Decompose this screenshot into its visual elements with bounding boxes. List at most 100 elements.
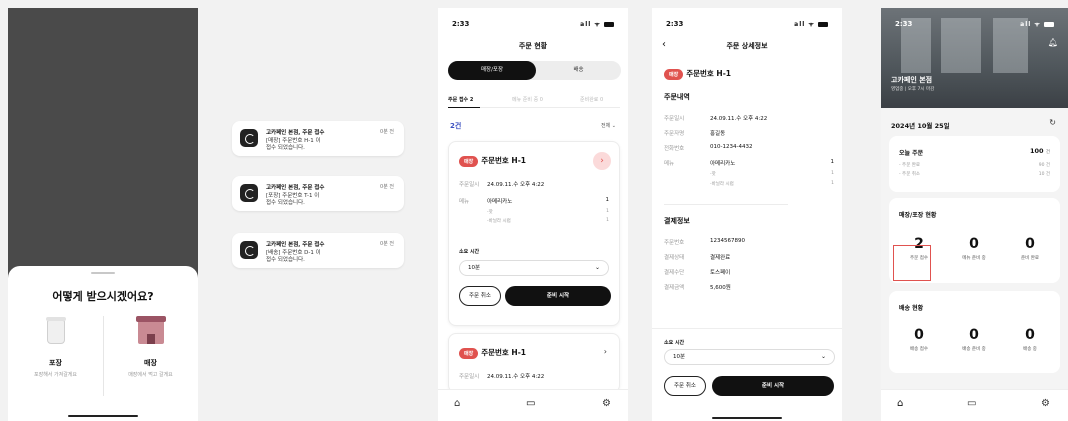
filter-dropdown[interactable]: 전체 ⌄ (601, 122, 616, 129)
stat-delivering[interactable]: 0 배송 중 (1005, 327, 1055, 352)
app-icon (240, 241, 258, 259)
chevron-right-icon[interactable]: › (604, 347, 607, 356)
dashboard-date: 2024년 10월 25일 (891, 122, 950, 130)
menu-option: -바닐라 시럽 (487, 219, 511, 224)
row-value: 90 건 (1038, 163, 1050, 168)
home-icon[interactable]: ⌂ (454, 398, 460, 409)
order-card[interactable]: 매장 주문번호 H-1 › 주문일시 24.09.11.수 오후 4:22 메뉴 … (448, 141, 620, 326)
row-key: - 주문 완료 (899, 163, 921, 168)
row-value: 아메리카노 (487, 199, 513, 205)
stat-delivery-received[interactable]: 0 배송 접수 (894, 327, 944, 352)
row-key: 주문일시 (459, 182, 480, 188)
row-value: 5,600원 (710, 285, 731, 291)
dine-in-option[interactable]: 매장 매장에서 먹고 갈게요 (103, 314, 198, 378)
notification-item[interactable]: 고카페인 본점, 주문 접수 0분 전 [포장] 주문번호 T-1 이 접수 되… (232, 176, 404, 211)
row-key: 메뉴 (459, 199, 470, 205)
row-value: 24.09.11.수 오후 4:22 (710, 116, 768, 122)
notification-item[interactable]: 고카페인 본점, 주문 접수 0분 전 [배송] 주문번호 D-1 이 접수 되… (232, 233, 404, 268)
tab-ready[interactable]: 준비완료 0 (580, 96, 603, 103)
store-icon (135, 316, 166, 344)
chevron-right-icon[interactable]: › (593, 152, 611, 170)
cancel-order-button[interactable]: 주문 취소 (664, 376, 706, 396)
row-value: 24.09.11.수 오후 4:22 (487, 374, 545, 380)
status-time: 2:33 (895, 20, 913, 28)
refresh-icon[interactable]: ↻ (1049, 118, 1056, 127)
order-card[interactable]: 매장 주문번호 H-1 › 주문일시 24.09.11.수 오후 4:22 (448, 333, 620, 393)
stat-preparing[interactable]: 0 메뉴 준비 중 (949, 236, 999, 261)
option-qty: 1 (831, 181, 834, 186)
home-indicator (712, 417, 782, 419)
row-key: 결제상태 (664, 255, 685, 261)
row-key: 주문일시 (664, 116, 685, 122)
row-key: - 주문 취소 (899, 172, 921, 177)
notification-title: 고카페인 본점, 주문 접수 (266, 185, 325, 191)
sheet-grabber[interactable] (91, 272, 115, 274)
segment-delivery[interactable]: 배송 (536, 61, 621, 80)
monitor-icon[interactable]: ▭ (967, 398, 976, 409)
menu-option: -핫 (487, 210, 493, 215)
option-qty: 1 (606, 209, 609, 214)
store-hours: 영업중 | 오후 7시 마감 (891, 87, 935, 92)
app-icon (240, 184, 258, 202)
status-time: 2:33 (452, 20, 470, 28)
start-prep-button[interactable]: 준비 시작 (505, 286, 611, 306)
notification-title: 고카페인 본점, 주문 접수 (266, 130, 325, 136)
home-indicator (68, 415, 138, 417)
chevron-down-icon: ⌄ (820, 353, 826, 360)
status-bar: 2:33 all ᯤ (666, 20, 828, 28)
order-status-screen: 2:33 all ᯤ 주문 현황 매장/포장 배송 주문 접수 2 메뉴 준비 … (438, 8, 628, 421)
store-name: 고카페인 본점 (891, 76, 933, 84)
notification-body: 접수 되었습니다. (266, 145, 305, 151)
signal-icon: all ᯤ (580, 20, 614, 28)
signal-icon: all ᯤ (1020, 20, 1054, 28)
today-orders-card: 오늘 주문 100 건 - 주문 완료 90 건 - 주문 취소 10 건 (889, 136, 1060, 192)
type-badge: 매장 (459, 347, 479, 359)
time-label: 소요 시간 (664, 340, 685, 346)
time-value: 10분 (468, 265, 481, 271)
gear-icon[interactable]: ⚙ (602, 398, 611, 409)
today-total: 100 건 (1030, 147, 1050, 155)
monitor-icon[interactable]: ▭ (526, 398, 535, 409)
segment-dinein-takeout[interactable]: 매장/포장 (448, 61, 536, 80)
menu-qty: 1 (605, 197, 610, 203)
takeout-option[interactable]: 포장 포장해서 가져갈게요 (8, 314, 103, 378)
row-value: 1234567890 (710, 238, 745, 244)
row-key: 메뉴 (664, 161, 675, 167)
time-select[interactable]: 10분 ⌄ (664, 349, 835, 365)
row-key: 결제금액 (664, 285, 685, 291)
row-value: 10 건 (1038, 172, 1050, 177)
row-value: 토스페이 (710, 270, 731, 276)
option-title: 포장 (49, 359, 62, 367)
home-icon[interactable]: ⌂ (897, 398, 903, 409)
stat-delivery-preparing[interactable]: 0 배송 준비 중 (949, 327, 999, 352)
order-number: 주문번호 H-1 (481, 156, 527, 165)
cancel-order-button[interactable]: 주문 취소 (459, 286, 501, 306)
section-divider (664, 204, 788, 205)
order-number: 주문번호 H-1 (686, 69, 732, 78)
tab-underline (448, 106, 480, 108)
tab-preparing[interactable]: 메뉴 준비 중 0 (512, 96, 543, 103)
app-icon (240, 129, 258, 147)
card-title: 매장/포장 현황 (899, 212, 937, 219)
menu-option: -바닐라 시럽 (710, 182, 734, 187)
battery-icon (818, 22, 828, 27)
menu-qty: 1 (830, 159, 835, 165)
order-header: 매장 주문번호 H-1 (459, 155, 526, 167)
canvas: 어떻게 받으시겠어요? 포장 포장해서 가져갈게요 매장 매장에서 먹고 갈게요… (0, 0, 1068, 421)
bell-icon[interactable]: 🔔︎ (1048, 38, 1058, 47)
gear-icon[interactable]: ⚙ (1041, 398, 1050, 409)
pickup-choice-screen: 어떻게 받으시겠어요? 포장 포장해서 가져갈게요 매장 매장에서 먹고 갈게요 (8, 8, 198, 421)
dashboard-screen: 🔔︎ 고카페인 본점 영업중 | 오후 7시 마감 2:33 all ᯤ 202… (881, 8, 1068, 421)
row-value: 아메리카노 (710, 161, 736, 167)
chevron-down-icon: ⌄ (594, 264, 600, 271)
tab-received[interactable]: 주문 접수 2 (448, 96, 473, 103)
time-select[interactable]: 10분 ⌄ (459, 260, 609, 276)
notification-time: 0분 전 (380, 129, 394, 135)
stat-ready[interactable]: 0 준비 완료 (1005, 236, 1055, 261)
section-title: 결제정보 (664, 217, 690, 225)
highlight-box (893, 245, 931, 281)
status-bar: 2:33 all ᯤ (452, 20, 614, 28)
notification-item[interactable]: 고카페인 본점, 주문 접수 0분 전 [매장] 주문번호 H-1 이 접수 되… (232, 121, 404, 156)
start-prep-button[interactable]: 준비 시작 (712, 376, 834, 396)
bottom-tab-bar: ⌂ ▭ ⚙ (438, 389, 628, 421)
